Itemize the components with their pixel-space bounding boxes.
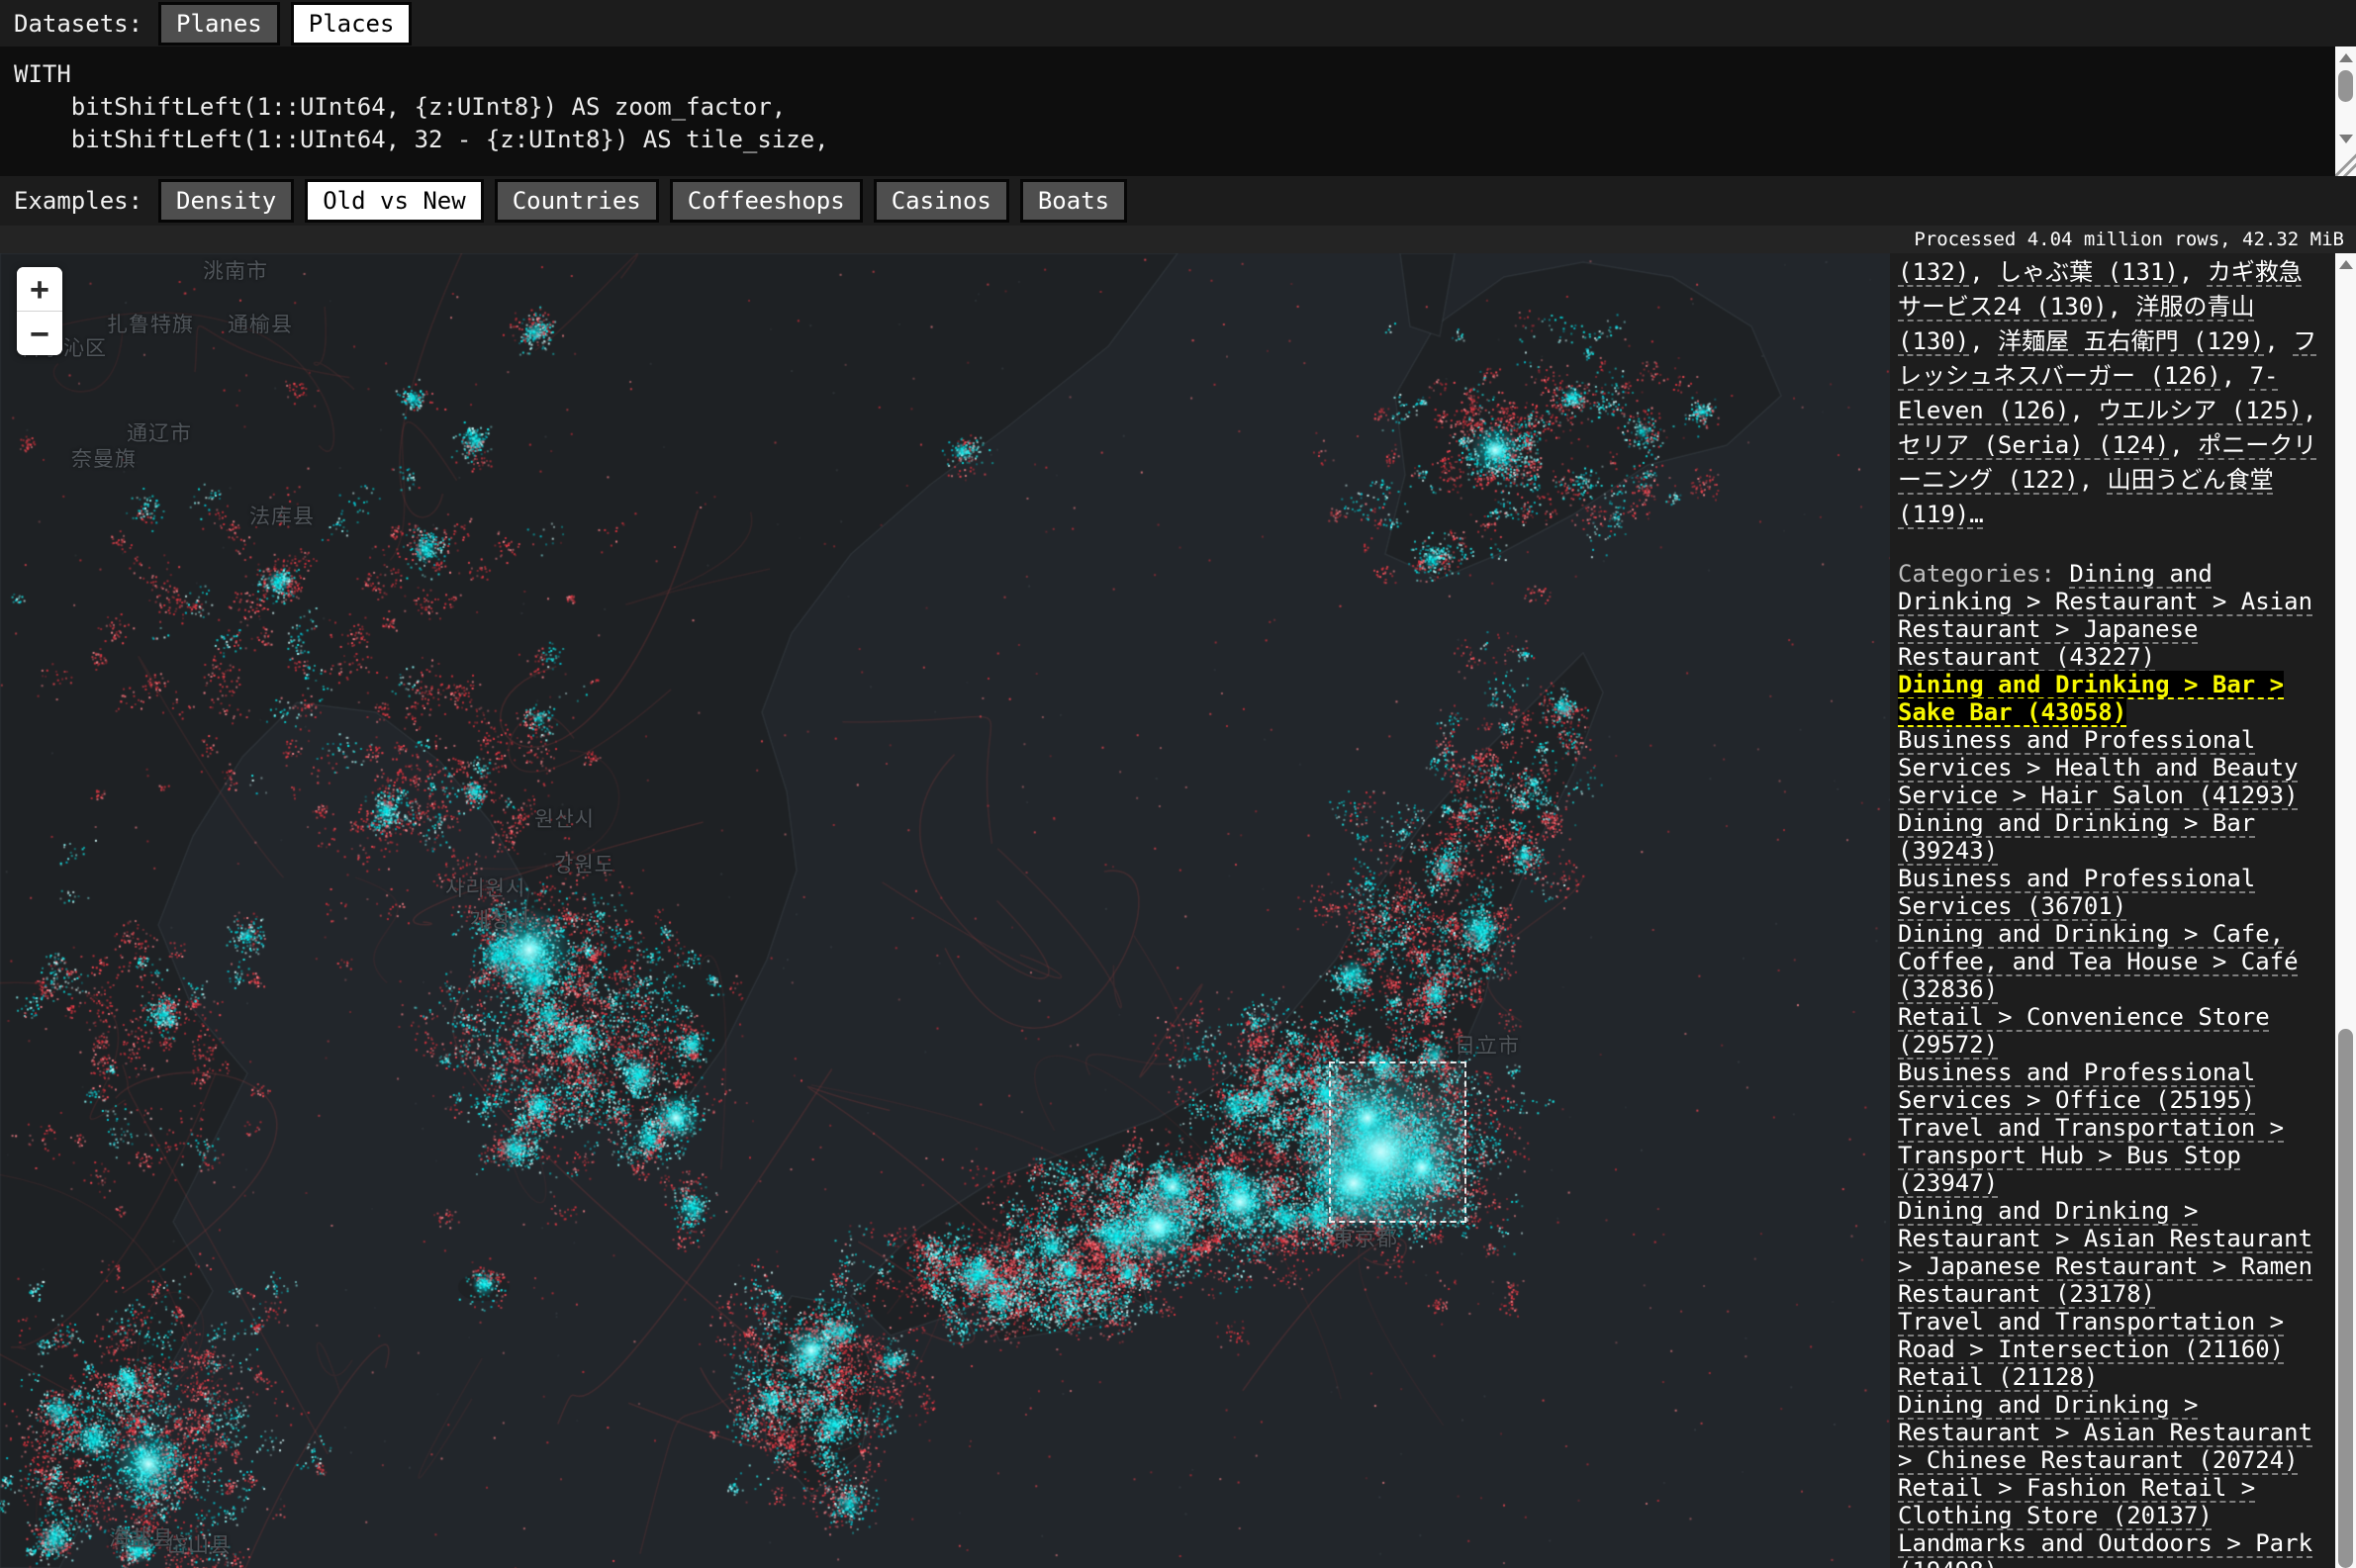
map-place-label: 海盐县: [109, 1522, 174, 1552]
results-sidebar: (132), しゃぶ葉 (131), カギ救急サービス24 (130), 洋服の…: [1890, 253, 2335, 1568]
category-link[interactable]: Travel and Transportation > Road > Inter…: [1898, 1308, 2284, 1363]
map-place-label: 法库县: [249, 501, 315, 530]
category-row: Landmarks and Outdoors > Park (19498): [1898, 1529, 2323, 1568]
example-button-density[interactable]: Density: [158, 179, 294, 223]
sql-editor[interactable]: WITH bitShiftLeft(1::UInt64, {z:UInt8}) …: [0, 46, 2356, 176]
category-row: Travel and Transportation > Transport Hu…: [1898, 1114, 2323, 1197]
processed-rows-status: Processed 4.04 million rows, 42.32 MiB: [1914, 229, 2344, 250]
textarea-resize-grip-icon[interactable]: [2335, 150, 2356, 176]
category-row: Dining and Drinking > Restaurant > Asian…: [1898, 1197, 2323, 1308]
place-name-link[interactable]: セリア (Seria) (124): [1898, 431, 2169, 459]
example-buttons: DensityOld vs NewCountriesCoffeeshopsCas…: [158, 179, 1138, 223]
dataset-button-planes[interactable]: Planes: [158, 2, 280, 46]
map-place-label: 扎鲁特旗: [107, 309, 194, 338]
category-row: Dining and Drinking > Cafe, Coffee, and …: [1898, 920, 2323, 1003]
dataset-buttons: PlanesPlaces: [158, 2, 423, 46]
categories-label: Categories:: [1898, 560, 2069, 588]
sql-scroll-down-icon[interactable]: [2339, 135, 2353, 143]
category-link[interactable]: Dining and Drinking > Cafe, Coffee, and …: [1898, 920, 2299, 1003]
place-name-link[interactable]: しゃぶ葉 (131): [1998, 258, 2179, 286]
category-row: Business and Professional Services > Off…: [1898, 1059, 2323, 1114]
zoom-out-button[interactable]: −: [17, 312, 62, 355]
sql-scrollbar-thumb[interactable]: [2338, 70, 2353, 102]
map-zoom-control: + −: [17, 267, 62, 355]
place-name-link[interactable]: ウエルシア (125): [2098, 397, 2303, 424]
example-button-old-vs-new[interactable]: Old vs New: [305, 179, 484, 223]
sql-query-text[interactable]: WITH bitShiftLeft(1::UInt64, {z:UInt8}) …: [0, 46, 2356, 176]
map-place-label: 개성시: [470, 904, 530, 934]
category-row: Retail > Convenience Store (29572): [1898, 1003, 2323, 1059]
category-row: Dining and Drinking > Bar (39243): [1898, 809, 2323, 865]
map-place-label: 日立市: [1455, 1030, 1520, 1060]
category-row: Dining and Drinking > Restaurant > Asian…: [1898, 1391, 2323, 1474]
category-link[interactable]: Landmarks and Outdoors > Park (19498): [1898, 1529, 2312, 1568]
category-link[interactable]: Travel and Transportation > Transport Hu…: [1898, 1114, 2284, 1197]
category-link[interactable]: Business and Professional Services > Off…: [1898, 1059, 2255, 1114]
category-row: Retail (21128): [1898, 1363, 2323, 1391]
category-link[interactable]: Dining and Drinking > Restaurant > Asian…: [1898, 1197, 2312, 1308]
datasets-label: Datasets:: [14, 10, 142, 38]
map-place-label: 洮南市: [203, 255, 268, 285]
category-link[interactable]: Retail > Convenience Store (29572): [1898, 1003, 2270, 1059]
map-place-label: 원산시: [534, 803, 595, 833]
dataset-button-places[interactable]: Places: [291, 2, 413, 46]
map-place-label: 강원도: [554, 849, 614, 878]
selection-rectangle[interactable]: [1329, 1061, 1466, 1223]
map-place-label: 사리원시: [445, 873, 525, 902]
category-row: Dining and Drinking > Bar > Sake Bar (43…: [1898, 671, 2323, 726]
categories-list: Categories: Dining and Drinking > Restau…: [1898, 560, 2323, 1568]
top-names-list: (132), しゃぶ葉 (131), カギ救急サービス24 (130), 洋服の…: [1898, 255, 2323, 532]
place-name-link[interactable]: 洋麺屋 五右衛門 (129): [1998, 327, 2264, 355]
sidebar-scrollbar[interactable]: [2335, 253, 2356, 1568]
example-button-countries[interactable]: Countries: [495, 179, 659, 223]
example-button-coffeeshops[interactable]: Coffeeshops: [670, 179, 863, 223]
status-bar: Processed 4.04 million rows, 42.32 MiB: [0, 226, 2356, 253]
place-name-link[interactable]: (132): [1898, 258, 1969, 286]
category-link-highlighted[interactable]: Dining and Drinking > Bar > Sake Bar (43…: [1898, 671, 2284, 726]
sidebar-scroll-up-icon[interactable]: [2339, 260, 2353, 269]
category-row: Business and Professional Services > Hea…: [1898, 726, 2323, 809]
map-place-label: 岱山县: [166, 1529, 232, 1559]
category-link[interactable]: Dining and Drinking > Bar (39243): [1898, 809, 2255, 865]
sidebar-scrollbar-thumb[interactable]: [2338, 1029, 2353, 1568]
examples-label: Examples:: [14, 187, 142, 215]
zoom-in-button[interactable]: +: [17, 267, 62, 311]
category-link[interactable]: Business and Professional Services > Hea…: [1898, 726, 2299, 809]
datasets-bar: Datasets: PlanesPlaces: [0, 0, 2356, 46]
old-vs-new-places-app: Datasets: PlanesPlaces WITH bitShiftLeft…: [0, 0, 2356, 1568]
category-link[interactable]: Dining and Drinking > Restaurant > Asian…: [1898, 1391, 2312, 1474]
map-place-label: 通榆县: [228, 309, 293, 338]
category-link[interactable]: Retail (21128): [1898, 1363, 2098, 1391]
map-place-label: 奈曼旗: [71, 443, 137, 473]
example-button-casinos[interactable]: Casinos: [874, 179, 1009, 223]
examples-bar: Examples: DensityOld vs NewCountriesCoff…: [0, 176, 2356, 226]
sql-scroll-up-icon[interactable]: [2339, 53, 2353, 62]
category-row: Retail > Fashion Retail > Clothing Store…: [1898, 1474, 2323, 1529]
map-place-label: 東京都: [1333, 1223, 1398, 1252]
category-row: Travel and Transportation > Road > Inter…: [1898, 1308, 2323, 1363]
category-row: Business and Professional Services (3670…: [1898, 865, 2323, 920]
category-link[interactable]: Retail > Fashion Retail > Clothing Store…: [1898, 1474, 2255, 1529]
category-link[interactable]: Business and Professional Services (3670…: [1898, 865, 2255, 920]
sql-scrollbar[interactable]: [2335, 46, 2356, 150]
example-button-boats[interactable]: Boats: [1020, 179, 1127, 223]
